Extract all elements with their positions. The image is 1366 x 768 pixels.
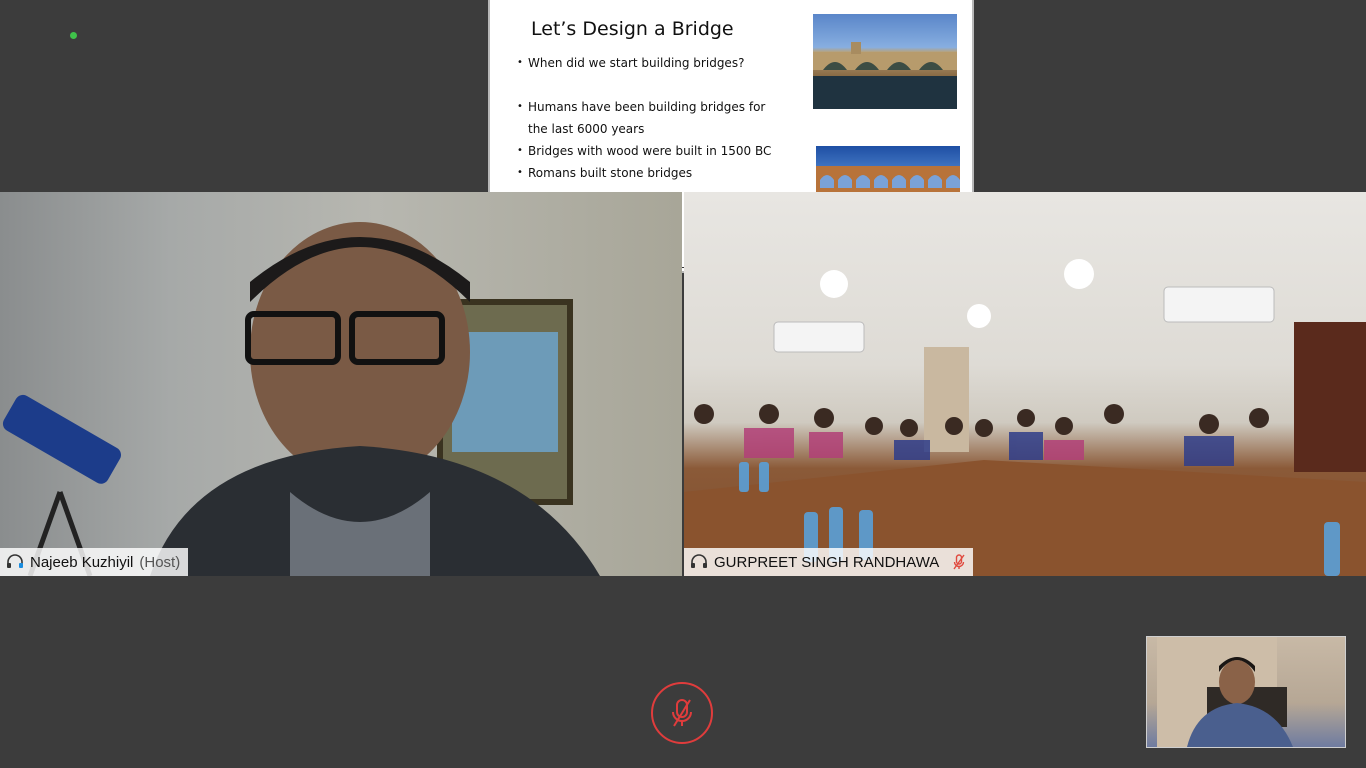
host-video-feed [2,222,600,576]
mic-off-icon [953,554,965,570]
room-video-feed [684,259,1366,576]
self-video-feed [1157,637,1293,747]
headset-icon [7,554,23,568]
mic-off-icon [672,699,692,727]
video-tile-host[interactable]: Najeeb Kuzhiyil (Host) [0,192,682,576]
mute-microphone-button[interactable] [651,682,713,744]
self-view-video[interactable] [1146,636,1346,748]
participant-name: Najeeb Kuzhiyil [30,553,134,571]
stone-bridge-photo [813,14,957,109]
participant-role: (Host) [139,553,181,571]
video-tile-room[interactable]: GURPREET SINGH RANDHAWA [684,192,1366,576]
connection-status-indicator [70,32,77,39]
headset-icon [691,554,707,568]
slide-title: Let’s Design a Bridge [531,18,734,40]
bullet-item: • Bridges with wood were built in 1500 BC [517,144,772,158]
participant-name: GURPREET SINGH RANDHAWA [714,553,940,571]
bullet-continuation: the last 6000 years [528,122,645,136]
bullet-item: • When did we start building bridges? [517,56,745,70]
participant-name-tag: Najeeb Kuzhiyil (Host) [0,548,189,576]
bullet-item: • Humans have been building bridges for [517,100,766,114]
slide-bullets: • When did we start building bridges? • Hu… [517,52,787,184]
bullet-item: • Romans built stone bridges [517,166,693,180]
participant-name-tag: GURPREET SINGH RANDHAWA [684,548,974,576]
